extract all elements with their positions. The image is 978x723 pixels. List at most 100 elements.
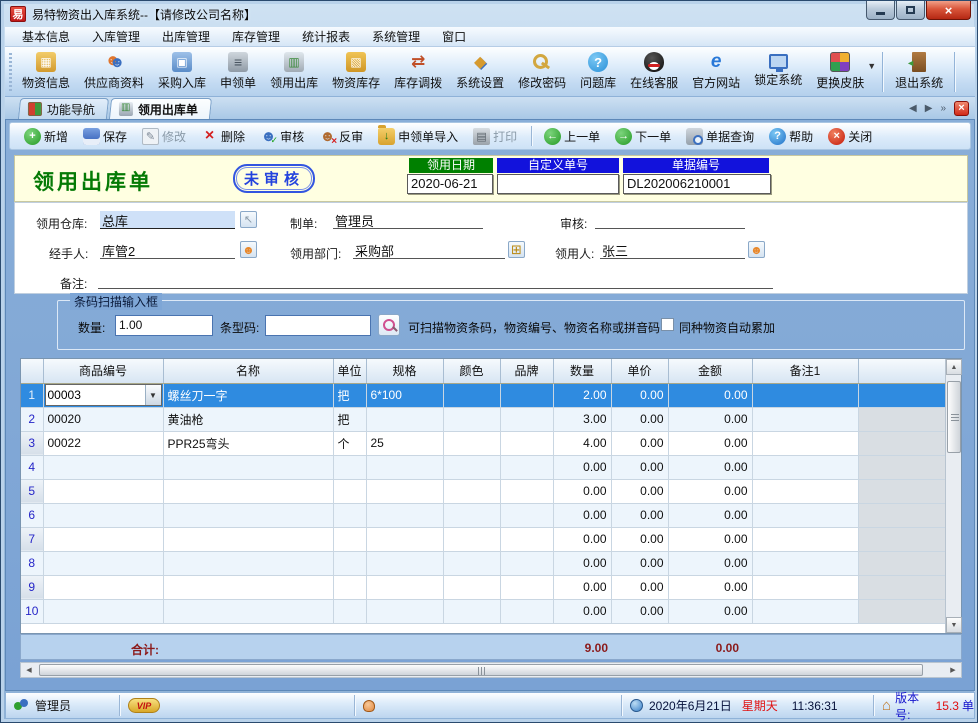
- menu-system[interactable]: 系统管理: [361, 26, 431, 47]
- recipient-picker-button[interactable]: ☻: [748, 241, 765, 258]
- cell-brand[interactable]: [500, 431, 553, 455]
- col-brand[interactable]: 品牌: [500, 359, 553, 383]
- cell-no[interactable]: 1: [21, 383, 43, 407]
- cell-brand[interactable]: [500, 551, 553, 575]
- close-doc-button[interactable]: ×关闭: [822, 126, 878, 147]
- barcode-input[interactable]: [265, 315, 371, 336]
- horizontal-scrollbar[interactable]: ◀ ▶: [20, 662, 962, 678]
- cell-qty[interactable]: 0.00: [553, 455, 611, 479]
- cell-name[interactable]: [163, 551, 333, 575]
- vertical-scroll-thumb[interactable]: [947, 381, 961, 453]
- auto-accumulate-checkbox[interactable]: [661, 318, 674, 331]
- menu-reports[interactable]: 统计报表: [291, 26, 361, 47]
- cell-color[interactable]: [443, 383, 500, 407]
- horizontal-scroll-thumb[interactable]: [39, 664, 923, 676]
- warehouse-field[interactable]: 总库: [100, 211, 235, 229]
- cell-unit[interactable]: [333, 503, 366, 527]
- cell-code[interactable]: [43, 527, 163, 551]
- menu-inbound[interactable]: 入库管理: [81, 26, 151, 47]
- cell-code[interactable]: [43, 455, 163, 479]
- cell-remark[interactable]: [752, 431, 858, 455]
- next-doc-button[interactable]: →下一单: [609, 126, 677, 147]
- cell-unit[interactable]: 把: [333, 383, 366, 407]
- cell-color[interactable]: [443, 479, 500, 503]
- cell-name[interactable]: [163, 527, 333, 551]
- toolbar-exit-system[interactable]: 退出系统: [888, 49, 950, 95]
- query-docs-button[interactable]: 单据查询: [680, 126, 760, 147]
- code-editor-value[interactable]: 00003: [46, 388, 145, 402]
- custom-no-field[interactable]: [497, 174, 619, 194]
- cell-amount[interactable]: 0.00: [668, 383, 752, 407]
- cell-brand[interactable]: [500, 527, 553, 551]
- cell-name[interactable]: [163, 479, 333, 503]
- cell-remark[interactable]: [752, 551, 858, 575]
- col-code[interactable]: 商品编号: [43, 359, 163, 383]
- audit-button[interactable]: ☻审核: [254, 126, 310, 147]
- cell-remark[interactable]: [752, 455, 858, 479]
- warehouse-picker-button[interactable]: ↖: [240, 211, 257, 228]
- col-name[interactable]: 名称: [163, 359, 333, 383]
- cell-spec[interactable]: [366, 599, 443, 623]
- cell-name[interactable]: [163, 455, 333, 479]
- cell-spec[interactable]: [366, 575, 443, 599]
- menu-window[interactable]: 窗口: [431, 26, 477, 47]
- cell-name[interactable]: [163, 503, 333, 527]
- chevron-down-icon[interactable]: ▼: [867, 61, 876, 71]
- cell-qty[interactable]: 0.00: [553, 503, 611, 527]
- menu-outbound[interactable]: 出库管理: [151, 26, 221, 47]
- cell-unit[interactable]: 把: [333, 407, 366, 431]
- cell-brand[interactable]: [500, 503, 553, 527]
- cell-amount[interactable]: 0.00: [668, 527, 752, 551]
- cell-spec[interactable]: [366, 503, 443, 527]
- chevron-down-icon[interactable]: ▼: [145, 385, 161, 405]
- cell-color[interactable]: [443, 527, 500, 551]
- scroll-right-icon[interactable]: ▶: [945, 663, 961, 677]
- cell-amount[interactable]: 0.00: [668, 503, 752, 527]
- menu-basic-info[interactable]: 基本信息: [11, 26, 81, 47]
- dept-picker-button[interactable]: ⊞: [508, 241, 525, 258]
- scroll-right-icon[interactable]: ▶: [921, 103, 937, 114]
- cell-brand[interactable]: [500, 383, 553, 407]
- cell-remark[interactable]: [752, 527, 858, 551]
- cell-spec[interactable]: [366, 479, 443, 503]
- vertical-scrollbar[interactable]: ▲ ▼: [945, 359, 961, 633]
- cell-no[interactable]: 10: [21, 599, 43, 623]
- cell-code[interactable]: 00020: [43, 407, 163, 431]
- cell-no[interactable]: 8: [21, 551, 43, 575]
- cell-spec[interactable]: 6*100: [366, 383, 443, 407]
- dept-field[interactable]: 采购部: [353, 241, 505, 259]
- search-button[interactable]: [378, 314, 400, 336]
- cell-no[interactable]: 9: [21, 575, 43, 599]
- toolbar-system-settings[interactable]: 系统设置: [449, 49, 511, 95]
- import-requisition-button[interactable]: 申领单导入: [372, 126, 464, 147]
- cell-name[interactable]: PPR25弯头: [163, 431, 333, 455]
- maker-field[interactable]: 管理员: [333, 211, 483, 229]
- cell-unit[interactable]: 个: [333, 431, 366, 455]
- cell-remark[interactable]: [752, 599, 858, 623]
- col-rownum[interactable]: [21, 359, 43, 383]
- cell-spec[interactable]: 25: [366, 431, 443, 455]
- print-button[interactable]: ▤打印: [467, 126, 523, 147]
- scroll-down-icon[interactable]: ▼: [946, 617, 962, 633]
- cell-brand[interactable]: [500, 599, 553, 623]
- cell-amount[interactable]: 0.00: [668, 551, 752, 575]
- cell-spec[interactable]: [366, 407, 443, 431]
- col-remark1[interactable]: 备注1: [752, 359, 858, 383]
- cell-no[interactable]: 7: [21, 527, 43, 551]
- cell-remark[interactable]: [752, 407, 858, 431]
- cell-code[interactable]: [43, 599, 163, 623]
- cell-qty[interactable]: 0.00: [553, 599, 611, 623]
- cell-unit[interactable]: [333, 479, 366, 503]
- scroll-left-icon[interactable]: ◀: [905, 103, 921, 114]
- col-color[interactable]: 颜色: [443, 359, 500, 383]
- tab-function-nav[interactable]: 功能导航: [18, 98, 109, 119]
- cell-unit[interactable]: [333, 599, 366, 623]
- cell-unit[interactable]: [333, 455, 366, 479]
- cell-unit[interactable]: [333, 575, 366, 599]
- cell-qty[interactable]: 2.00: [553, 383, 611, 407]
- handler-picker-button[interactable]: ☻: [240, 241, 257, 258]
- cell-spec[interactable]: [366, 527, 443, 551]
- cell-price[interactable]: 0.00: [611, 527, 668, 551]
- edit-button[interactable]: ✎修改: [136, 126, 192, 147]
- cell-qty[interactable]: 0.00: [553, 527, 611, 551]
